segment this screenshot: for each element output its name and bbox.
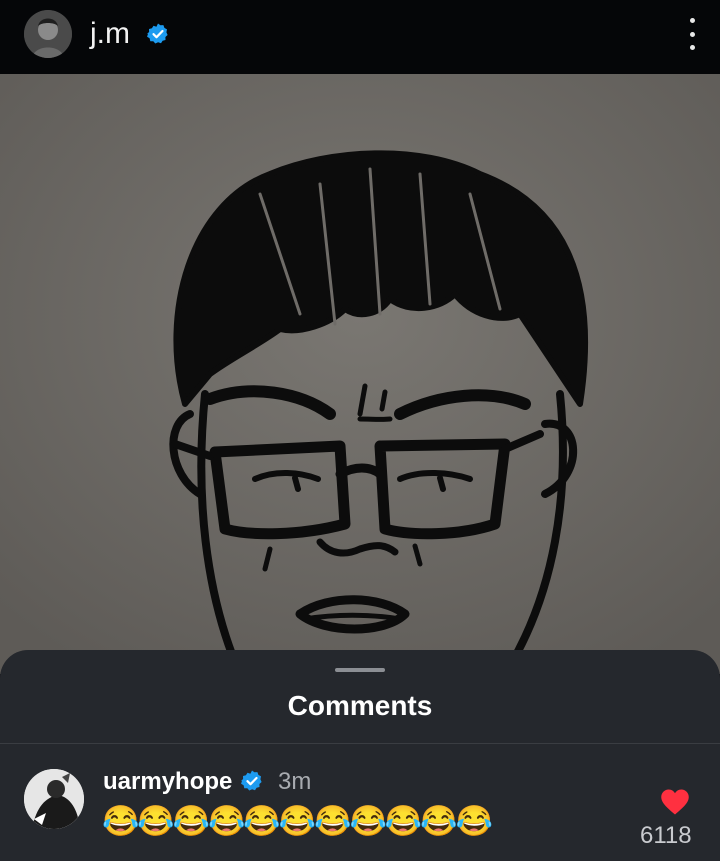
commenter-avatar[interactable] <box>24 769 84 829</box>
comments-sheet: Comments uarmyhope 3m 😂😂😂😂😂😂😂😂😂😂😂 6118 <box>0 650 720 861</box>
like-count: 6118 <box>640 822 692 849</box>
commenter-username[interactable]: uarmyhope <box>103 768 232 796</box>
more-options-icon[interactable] <box>686 18 698 50</box>
avatar-image <box>24 10 72 58</box>
comments-title: Comments <box>287 690 433 721</box>
verified-badge-icon <box>240 770 262 791</box>
comment-item: uarmyhope 3m 😂😂😂😂😂😂😂😂😂😂😂 6118 <box>0 744 720 861</box>
profile-avatar[interactable] <box>24 10 72 58</box>
drag-handle[interactable] <box>335 668 385 672</box>
commenter-avatar-image <box>24 769 84 829</box>
heart-icon[interactable] <box>660 788 690 816</box>
post-image[interactable] <box>0 74 720 674</box>
comment-timestamp: 3m <box>278 768 312 795</box>
profile-username[interactable]: j.m <box>90 16 130 52</box>
verified-badge-icon <box>146 23 168 44</box>
post-header: j.m <box>0 0 720 74</box>
face-drawing <box>0 74 720 674</box>
comment-text: 😂😂😂😂😂😂😂😂😂😂😂 <box>102 805 493 838</box>
